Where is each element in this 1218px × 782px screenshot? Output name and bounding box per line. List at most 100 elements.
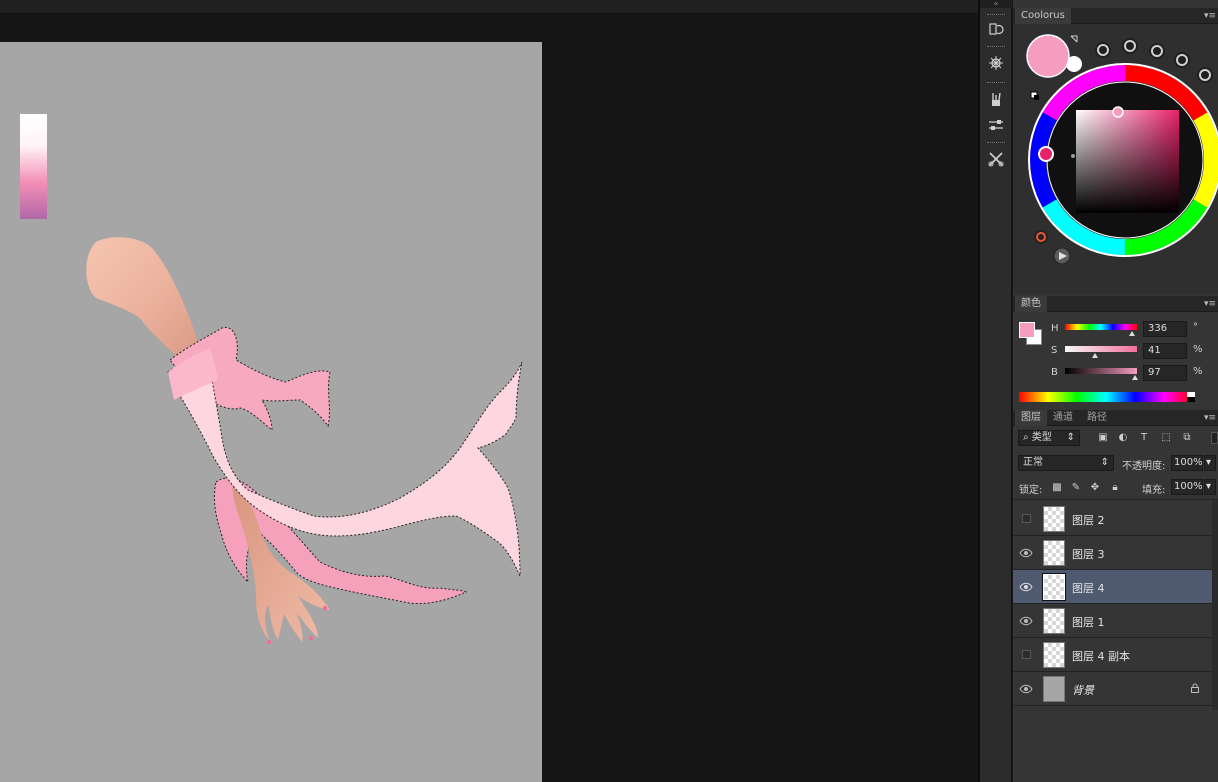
chevron-updown-icon: ⇕ bbox=[1100, 457, 1109, 468]
grip-icon[interactable] bbox=[987, 14, 1005, 17]
panel-dock: Coolorus ▾≡ 颜色 ▾≡ H 336 ° S 41 % B 97 % … bbox=[1013, 0, 1218, 782]
eye-icon[interactable] bbox=[1019, 614, 1033, 628]
layer-name: 图层 4 副本 bbox=[1072, 650, 1130, 663]
saturation-unit: % bbox=[1193, 344, 1203, 355]
saturation-slider-thumb[interactable] bbox=[1091, 353, 1098, 358]
filter-pixel-icon[interactable]: ▣ bbox=[1097, 432, 1109, 444]
panel-menu-icon[interactable]: ▾≡ bbox=[1204, 11, 1216, 21]
panel-menu-icon[interactable]: ▾≡ bbox=[1204, 299, 1216, 309]
grip-icon[interactable] bbox=[987, 46, 1005, 49]
layer-name: 图层 2 bbox=[1072, 514, 1105, 527]
chevron-updown-icon: ⇕ bbox=[1066, 432, 1075, 443]
tab-coolorus[interactable]: Coolorus bbox=[1015, 8, 1071, 24]
adjustments-icon[interactable] bbox=[984, 114, 1008, 136]
fill-dropdown-icon[interactable]: ▾ bbox=[1204, 479, 1216, 495]
hue-slider-track[interactable] bbox=[1065, 324, 1137, 330]
color-wheel-area[interactable] bbox=[1013, 24, 1218, 294]
collapse-arrows-icon[interactable]: « bbox=[980, 0, 1012, 8]
layer-thumbnail bbox=[1043, 608, 1065, 634]
layer-name: 图层 3 bbox=[1072, 548, 1105, 561]
saturation-slider-track[interactable] bbox=[1065, 346, 1137, 352]
color-panel-foreground-swatch[interactable] bbox=[1019, 322, 1035, 338]
filter-toggle[interactable] bbox=[1211, 432, 1218, 444]
layer-row-background[interactable]: 背景 bbox=[1013, 672, 1212, 706]
panel-icon-dock: « bbox=[980, 0, 1012, 782]
document-canvas[interactable] bbox=[0, 42, 542, 782]
color-spectrum-bar[interactable] bbox=[1019, 392, 1193, 402]
nail bbox=[308, 635, 314, 641]
brightness-value-field[interactable]: 97 bbox=[1143, 365, 1187, 381]
lock-move-icon[interactable]: ✥ bbox=[1089, 482, 1101, 494]
brightness-slider-thumb[interactable] bbox=[1131, 375, 1138, 380]
panel-menu-icon[interactable]: ▾≡ bbox=[1204, 413, 1216, 423]
lock-brush-icon[interactable]: ✎ bbox=[1070, 482, 1082, 494]
layer-row-layer1[interactable]: 图层 1 bbox=[1013, 604, 1212, 638]
tab-paths[interactable]: 路径 bbox=[1081, 410, 1113, 426]
layer-row-layer4-copy[interactable]: 图层 4 副本 bbox=[1013, 638, 1212, 672]
grip-icon[interactable] bbox=[987, 82, 1005, 85]
filter-shape-icon[interactable]: ⬚ bbox=[1160, 432, 1172, 444]
filter-adjustment-icon[interactable]: ◐ bbox=[1117, 432, 1129, 444]
layer-thumbnail bbox=[1043, 506, 1065, 532]
coolorus-body bbox=[1013, 24, 1218, 294]
history-icon[interactable] bbox=[984, 18, 1008, 40]
swap-colors-icon[interactable] bbox=[1070, 35, 1078, 43]
foreground-color-swatch[interactable] bbox=[1026, 34, 1070, 78]
saturation-value-field[interactable]: 41 bbox=[1143, 343, 1187, 359]
brightness-slider-row: B 97 % bbox=[1051, 364, 1218, 382]
layer-name: 图层 1 bbox=[1072, 616, 1105, 629]
lock-all-icon[interactable]: 🔒︎ bbox=[1109, 482, 1121, 494]
visibility-off-toggle[interactable] bbox=[1022, 514, 1031, 523]
eye-icon[interactable] bbox=[1019, 546, 1033, 560]
opacity-dropdown-icon[interactable]: ▾ bbox=[1204, 455, 1216, 471]
layers-empty-area bbox=[1013, 708, 1212, 782]
color-panel-header: 颜色 ▾≡ bbox=[1013, 296, 1218, 312]
hue-value-field[interactable]: 336 bbox=[1143, 321, 1187, 337]
fill-label: 填充: bbox=[1142, 485, 1166, 496]
nail bbox=[322, 605, 328, 611]
coolorus-panel: Coolorus ▾≡ bbox=[1013, 8, 1218, 294]
tab-channels[interactable]: 通道 bbox=[1047, 410, 1079, 426]
filter-smart-object-icon[interactable]: ⧉ bbox=[1181, 432, 1193, 444]
layer-row-layer3[interactable]: 图层 3 bbox=[1013, 536, 1212, 570]
hue-slider-thumb[interactable] bbox=[1128, 331, 1135, 336]
opacity-label: 不透明度: bbox=[1122, 461, 1166, 472]
nail bbox=[266, 639, 272, 645]
fill-field[interactable]: 100% bbox=[1171, 479, 1203, 495]
hue-unit: ° bbox=[1193, 322, 1198, 333]
layer-thumbnail bbox=[1042, 573, 1066, 601]
brushes-icon[interactable] bbox=[984, 88, 1008, 110]
lock-transparent-icon[interactable]: ▩ bbox=[1051, 482, 1063, 494]
options-bar bbox=[0, 0, 978, 14]
layer-name: 背景 bbox=[1072, 684, 1094, 697]
visibility-off-toggle[interactable] bbox=[1022, 650, 1031, 659]
navigator-icon[interactable] bbox=[984, 52, 1008, 74]
saturation-label: S bbox=[1051, 345, 1058, 356]
gradient-swatch bbox=[20, 114, 47, 219]
tab-layers[interactable]: 图层 bbox=[1015, 410, 1047, 426]
tab-color[interactable]: 颜色 bbox=[1015, 296, 1047, 312]
brightness-slider-track[interactable] bbox=[1065, 368, 1137, 374]
blend-mode-value: 正常 bbox=[1023, 457, 1043, 468]
tool-presets-icon[interactable] bbox=[984, 148, 1008, 170]
hue-label: H bbox=[1051, 323, 1059, 334]
opacity-field[interactable]: 100% bbox=[1171, 455, 1203, 471]
upper-arm bbox=[86, 237, 198, 356]
layers-scrollbar[interactable] bbox=[1212, 500, 1218, 710]
eye-icon[interactable] bbox=[1019, 682, 1033, 696]
color-panel: 颜色 ▾≡ H 336 ° S 41 % B 97 % bbox=[1013, 296, 1218, 408]
layer-row-layer4[interactable]: 图层 4 bbox=[1013, 570, 1212, 604]
brightness-unit: % bbox=[1193, 366, 1203, 377]
coolorus-header: Coolorus ▾≡ bbox=[1013, 8, 1218, 24]
lock-icon bbox=[1191, 683, 1199, 693]
sv-picker-handle[interactable] bbox=[1112, 106, 1124, 118]
hue-picker-handle[interactable] bbox=[1038, 146, 1054, 162]
eye-icon[interactable] bbox=[1019, 580, 1033, 594]
blend-mode-select[interactable]: 正常 ⇕ bbox=[1018, 455, 1114, 471]
layer-row-layer2[interactable]: 图层 2 bbox=[1013, 502, 1212, 536]
grip-icon[interactable] bbox=[987, 142, 1005, 145]
black-white-swatch[interactable] bbox=[1187, 392, 1195, 402]
layer-filter-value: 类型 bbox=[1031, 432, 1052, 443]
filter-type-icon[interactable]: T bbox=[1138, 432, 1150, 444]
layer-filter-select[interactable]: ⌕ 类型 ⇕ bbox=[1018, 430, 1080, 446]
